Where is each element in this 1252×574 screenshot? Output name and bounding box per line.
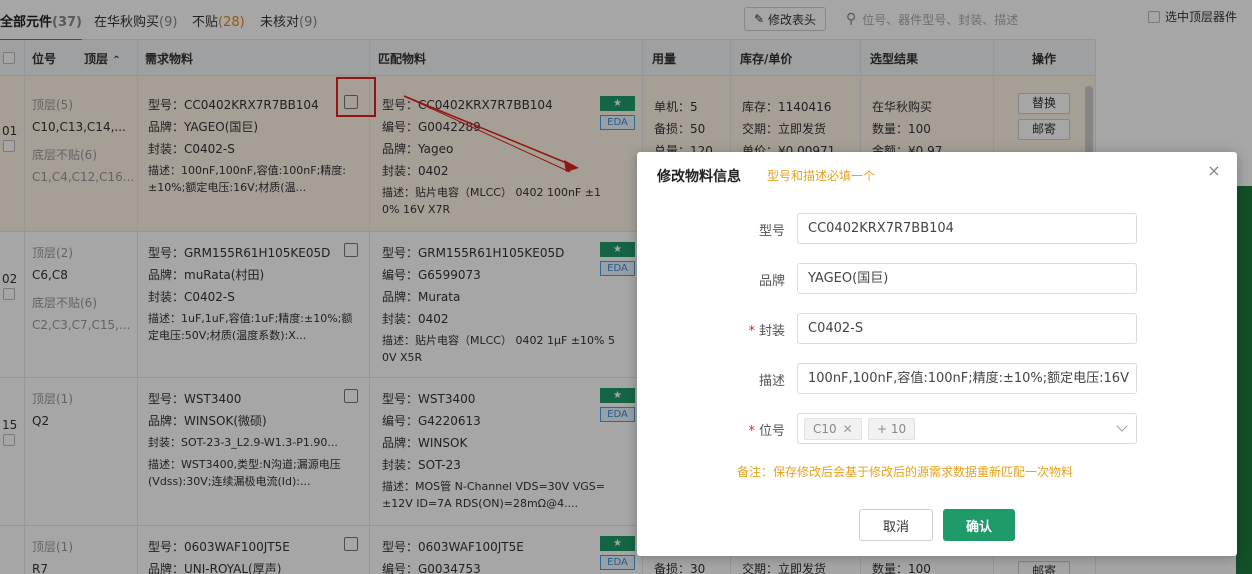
description-label: 描述: [759, 370, 785, 389]
chip-remove-icon[interactable]: ✕: [843, 422, 853, 436]
designator-more-chip: + 10: [868, 418, 916, 440]
model-input[interactable]: CC0402KRX7R7BB104: [797, 213, 1137, 244]
package-label-text: 封装: [758, 324, 785, 339]
model-label: 型号: [759, 220, 785, 239]
confirm-button[interactable]: 确认: [943, 509, 1015, 541]
description-label-text: 描述: [758, 374, 785, 389]
designator-chip: C10 ✕: [804, 418, 862, 440]
model-label-text: 型号: [758, 224, 785, 239]
designator-select[interactable]: C10 ✕ + 10: [797, 413, 1137, 444]
designator-label: * 位号: [748, 420, 785, 439]
description-input[interactable]: 100nF,100nF,容值:100nF;精度:±10%;额定电压:16V: [797, 363, 1137, 394]
designator-chip-label: C10: [813, 422, 837, 436]
close-icon[interactable]: ×: [1205, 162, 1223, 180]
dialog-note: 备注：保存修改后会基于修改后的源需求数据重新匹配一次物料: [737, 465, 1074, 479]
required-mark: *: [748, 324, 755, 339]
brand-input[interactable]: YAGEO(国巨): [797, 263, 1137, 294]
brand-label: 品牌: [759, 270, 785, 289]
brand-label-text: 品牌: [758, 274, 785, 289]
dialog-hint: 型号和描述必填一个: [767, 169, 876, 183]
cancel-button[interactable]: 取消: [859, 509, 933, 541]
chevron-down-icon: [1116, 420, 1128, 432]
package-label: * 封装: [748, 320, 785, 339]
edit-material-dialog: 修改物料信息 型号和描述必填一个 × 型号 CC0402KRX7R7BB104 …: [637, 152, 1237, 556]
package-input[interactable]: C0402-S: [797, 313, 1137, 344]
required-mark: *: [748, 424, 755, 439]
dialog-title: 修改物料信息: [657, 169, 741, 185]
designator-label-text: 位号: [758, 424, 785, 439]
